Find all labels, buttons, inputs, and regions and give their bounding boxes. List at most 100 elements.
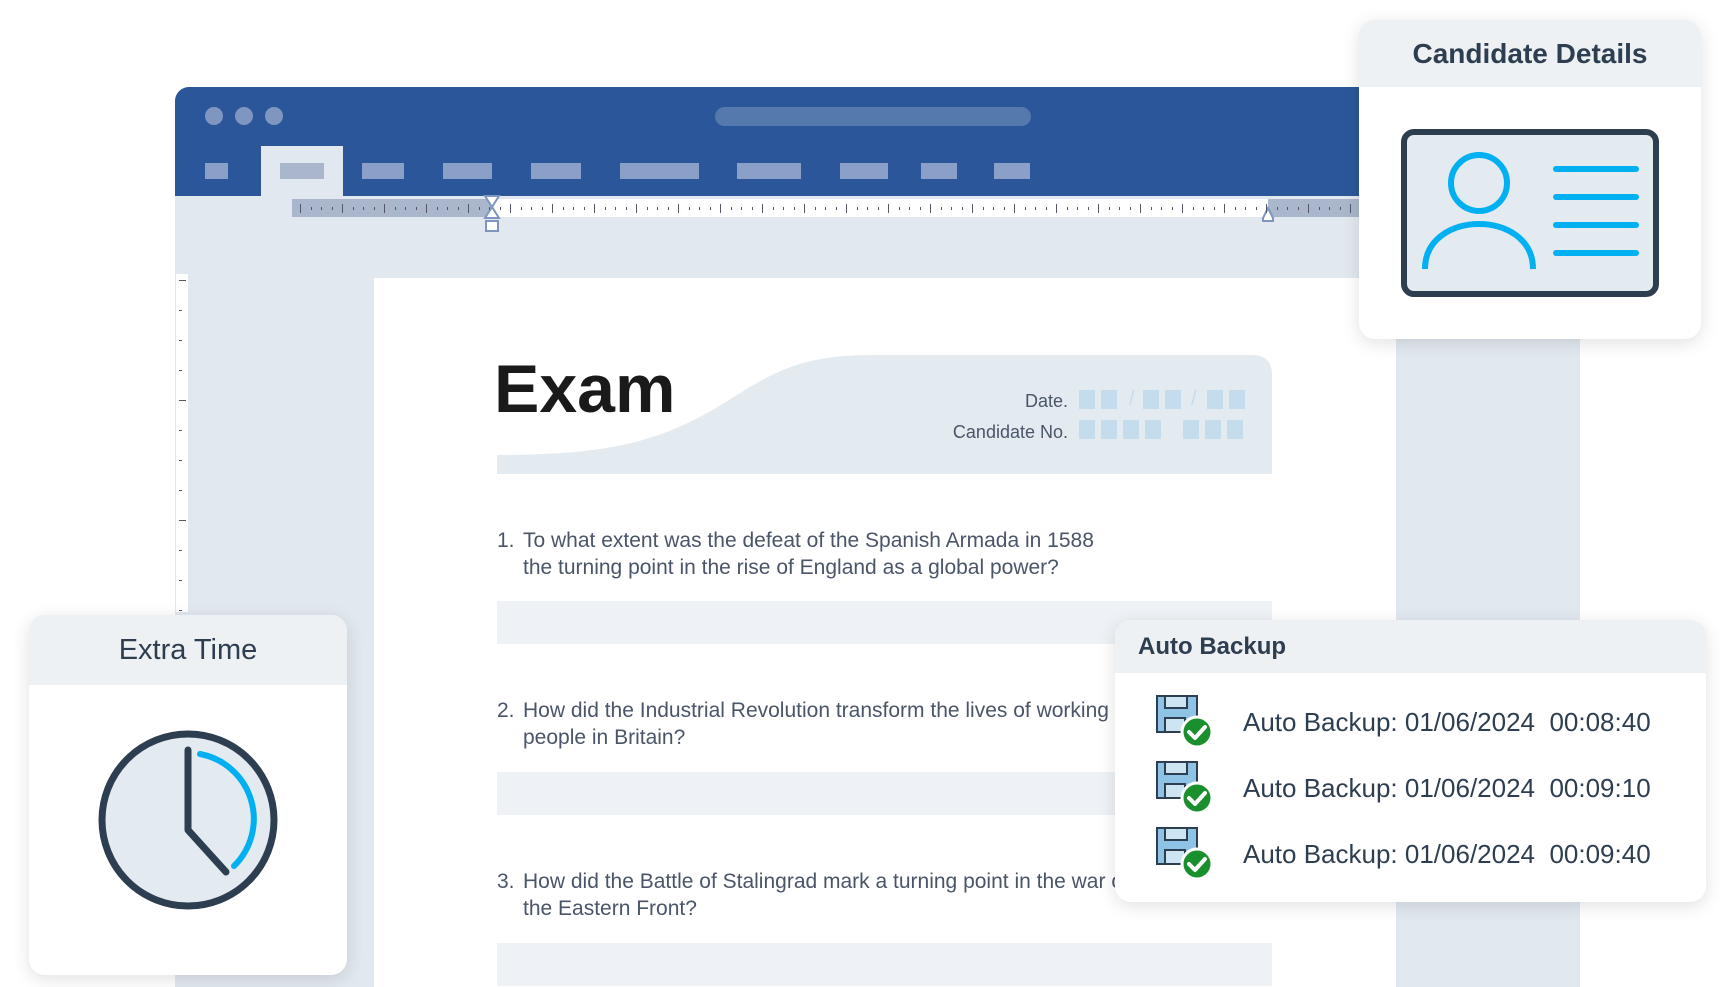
ribbon-tab[interactable] xyxy=(840,163,888,179)
candidate-digit-box[interactable] xyxy=(1145,420,1161,439)
date-digit-box[interactable] xyxy=(1229,390,1245,409)
candidate-details-card[interactable]: Candidate Details xyxy=(1359,20,1701,339)
ruler-tick xyxy=(888,204,889,213)
right-indent-marker-icon[interactable] xyxy=(1260,206,1276,222)
ruler-tick xyxy=(762,204,763,213)
ruler-tick xyxy=(1287,207,1288,210)
question-text: How did the Battle of Stalingrad mark a … xyxy=(523,870,1135,893)
ruler-tick xyxy=(647,207,648,210)
ruler-tick xyxy=(626,207,627,210)
ruler-tick xyxy=(542,207,543,210)
ruler-tick xyxy=(867,207,868,210)
indent-marker-icon[interactable] xyxy=(483,194,501,234)
date-digit-box[interactable] xyxy=(1143,390,1159,409)
extra-time-card[interactable]: Extra Time xyxy=(29,615,347,975)
ribbon-tab[interactable] xyxy=(921,163,957,179)
backup-list-item[interactable]: Auto Backup: 01/06/2024 00:09:10 xyxy=(1155,763,1651,813)
candidate-no-label: Candidate No. xyxy=(868,422,1068,443)
ribbon-tab[interactable] xyxy=(737,163,801,179)
backup-label: Auto Backup: 01/06/2024 00:08:40 xyxy=(1243,707,1651,738)
ruler-tick xyxy=(1172,207,1173,210)
window-maximize-button[interactable] xyxy=(265,107,283,125)
ruler-tick xyxy=(1004,207,1005,210)
ruler-tick xyxy=(489,207,490,210)
ruler-tick xyxy=(179,460,182,461)
ruler-tick xyxy=(521,207,522,210)
ruler-tick xyxy=(573,207,574,210)
backup-list-item[interactable]: Auto Backup: 01/06/2024 00:09:40 xyxy=(1155,829,1651,879)
ruler-tick xyxy=(1203,207,1204,210)
ribbon-tab[interactable] xyxy=(205,163,228,179)
ruler-tick xyxy=(179,400,186,401)
ruler-tick xyxy=(983,207,984,210)
candidate-digit-box[interactable] xyxy=(1183,420,1199,439)
window-close-button[interactable] xyxy=(205,107,223,125)
ruler-text-area xyxy=(492,199,1268,217)
candidate-digit-box[interactable] xyxy=(1123,420,1139,439)
ruler-tick xyxy=(825,207,826,210)
ribbon-tab[interactable] xyxy=(620,163,699,179)
ribbon-tab[interactable] xyxy=(443,163,492,179)
ruler-tick xyxy=(1298,207,1299,210)
question-number: 1. xyxy=(497,527,523,554)
ribbon-tab[interactable] xyxy=(531,163,581,179)
vertical-ruler[interactable] xyxy=(176,274,188,612)
ruler-tick xyxy=(510,204,511,213)
ruler-tick xyxy=(1025,207,1026,210)
ruler-tick xyxy=(668,207,669,210)
ruler-tick xyxy=(1245,207,1246,210)
ribbon-tab[interactable] xyxy=(280,163,324,179)
ruler-tick xyxy=(179,520,186,521)
answer-field-3[interactable] xyxy=(497,943,1272,986)
date-digit-box[interactable] xyxy=(1079,390,1095,409)
ribbon-tab[interactable] xyxy=(362,163,404,179)
ruler-tick xyxy=(1235,207,1236,210)
ruler-tick xyxy=(794,207,795,210)
ruler-tick xyxy=(479,207,480,210)
ruler-tick xyxy=(689,207,690,210)
ruler-tick xyxy=(1119,207,1120,210)
ruler-tick xyxy=(179,280,186,281)
ruler-tick xyxy=(179,430,182,431)
ruler-tick xyxy=(1277,207,1278,210)
date-label: Date. xyxy=(868,391,1068,412)
ruler-tick xyxy=(1214,207,1215,210)
exam-title: Exam xyxy=(494,350,675,428)
ruler-tick xyxy=(458,207,459,210)
question-number: 3. xyxy=(497,868,523,895)
window-minimize-button[interactable] xyxy=(235,107,253,125)
ruler-tick xyxy=(1098,204,1099,213)
date-digit-box[interactable] xyxy=(1165,390,1181,409)
card-title: Candidate Details xyxy=(1359,20,1701,87)
backup-list-item[interactable]: Auto Backup: 01/06/2024 00:08:40 xyxy=(1155,697,1651,747)
ruler-tick xyxy=(179,370,182,371)
candidate-digit-box[interactable] xyxy=(1101,420,1117,439)
ruler-tick xyxy=(395,207,396,210)
ruler-tick xyxy=(752,207,753,210)
question-text: the Eastern Front? xyxy=(523,897,697,920)
ruler-tick xyxy=(426,204,427,213)
question-text: To what extent was the defeat of the Spa… xyxy=(523,529,1094,552)
ruler-tick xyxy=(179,490,182,491)
ruler-tick xyxy=(710,207,711,210)
date-digit-box[interactable] xyxy=(1207,390,1223,409)
saved-floppy-check-icon xyxy=(1155,826,1215,882)
ruler-tick xyxy=(405,207,406,210)
candidate-digit-box[interactable] xyxy=(1079,420,1095,439)
ruler-tick xyxy=(1266,204,1267,213)
ribbon-tab[interactable] xyxy=(994,163,1030,179)
ruler-tick xyxy=(773,207,774,210)
candidate-digit-box[interactable] xyxy=(1227,420,1243,439)
auto-backup-card[interactable]: Auto Backup Auto Backup: 01/06/2024 00:0… xyxy=(1115,620,1706,902)
question-text: How did the Industrial Revolution transf… xyxy=(523,699,1109,722)
ruler-tick xyxy=(374,207,375,210)
question-3: 3.How did the Battle of Stalingrad mark … xyxy=(497,868,1135,922)
ruler-tick xyxy=(1256,207,1257,210)
ruler-tick xyxy=(384,204,385,213)
date-digit-box[interactable] xyxy=(1101,390,1117,409)
card-title: Auto Backup xyxy=(1115,620,1706,673)
ruler-tick xyxy=(1130,207,1131,210)
candidate-digit-box[interactable] xyxy=(1205,420,1221,439)
ruler-tick xyxy=(1088,207,1089,210)
ruler-tick xyxy=(1140,204,1141,213)
